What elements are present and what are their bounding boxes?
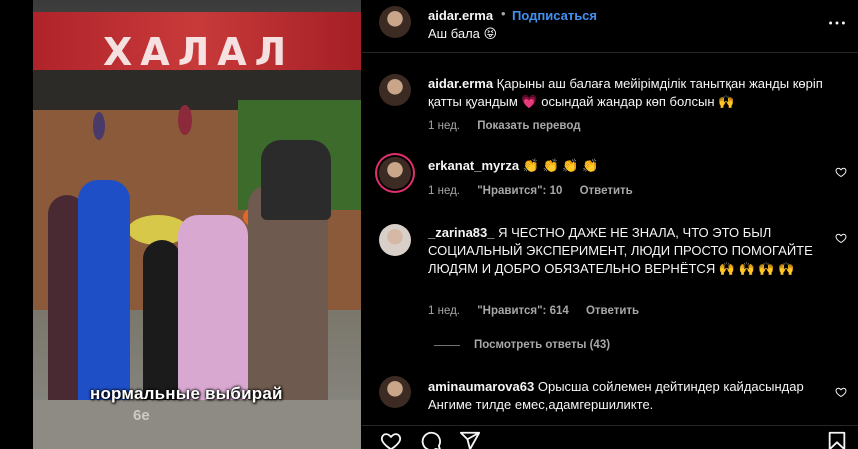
comment-body: aidar.erma Қарыны аш балаға мейірімділік… xyxy=(428,75,828,111)
comment-username[interactable]: aidar.erma xyxy=(428,76,493,91)
comment-avatar[interactable] xyxy=(379,376,411,408)
replies-line xyxy=(434,345,460,346)
comments-panel: aidar.erma • Подписаться Аш бала 😝 aidar… xyxy=(362,0,858,449)
video-subtitle-sub: 6е xyxy=(133,407,150,424)
follow-button[interactable]: Подписаться xyxy=(512,8,597,23)
comment-body: erkanat_myrza 👏 👏 👏 👏 xyxy=(428,157,808,175)
left-black-strip xyxy=(0,0,33,449)
post-caption: Аш бала 😝 xyxy=(428,26,498,41)
view-replies-label: Посмотреть ответы (43) xyxy=(474,339,611,351)
author-username[interactable]: aidar.erma xyxy=(428,8,493,23)
reply-button[interactable]: Ответить xyxy=(586,305,639,317)
comment-time[interactable]: 1 нед. xyxy=(428,185,460,197)
heart-icon[interactable] xyxy=(379,430,403,449)
comment-time[interactable]: 1 нед. xyxy=(428,120,460,132)
more-horizontal-icon[interactable] xyxy=(826,12,848,34)
author-avatar[interactable] xyxy=(379,6,411,38)
comment-body: aminaumarova63 Орысша сойлемен дейтиндер… xyxy=(428,378,818,414)
fruit xyxy=(178,105,192,135)
comment-likes[interactable]: "Нравится": 614 xyxy=(477,305,569,317)
comment-body: _zarina83_ Я ЧЕСТНО ДАЖЕ НЕ ЗНАЛА, ЧТО Э… xyxy=(428,224,818,278)
comment-avatar[interactable] xyxy=(379,74,411,106)
actions-divider xyxy=(362,425,858,426)
heart-icon[interactable] xyxy=(835,166,847,178)
view-replies-button[interactable]: Посмотреть ответы (43) xyxy=(474,339,624,351)
bookmark-icon[interactable] xyxy=(825,430,849,449)
comment-meta: 1 нед. "Нравится": 10 Ответить xyxy=(428,185,647,197)
person-blue-jacket xyxy=(78,180,130,410)
reply-button[interactable]: Ответить xyxy=(580,185,633,197)
send-icon[interactable] xyxy=(458,430,482,449)
heart-icon[interactable] xyxy=(835,232,847,244)
video-player[interactable]: ХАЛАЛ нормальные выбирай 6е xyxy=(33,0,361,449)
dot-separator: • xyxy=(501,6,506,21)
comment-username[interactable]: erkanat_myrza xyxy=(428,158,519,173)
show-translation-link[interactable]: Показать перевод xyxy=(477,120,580,132)
heart-icon[interactable] xyxy=(835,386,847,398)
comment-time[interactable]: 1 нед. xyxy=(428,305,460,317)
person-vendor xyxy=(261,140,331,220)
comment-likes[interactable]: "Нравится": 10 xyxy=(477,185,562,197)
header-divider xyxy=(362,52,858,53)
comment-meta: 1 нед. "Нравится": 614 Ответить xyxy=(428,305,653,317)
comment-icon[interactable] xyxy=(419,430,443,449)
comment-text: 👏 👏 👏 👏 xyxy=(522,158,599,173)
comment-username[interactable]: _zarina83_ xyxy=(428,225,495,240)
comment-avatar[interactable] xyxy=(379,157,411,189)
comment-avatar[interactable] xyxy=(379,224,411,256)
comment-meta: 1 нед. Показать перевод xyxy=(428,120,595,132)
fruit xyxy=(93,112,105,140)
halal-sign-text: ХАЛАЛ xyxy=(103,30,295,74)
street-ground xyxy=(33,400,361,449)
comment-username[interactable]: aminaumarova63 xyxy=(428,379,534,394)
video-subtitle: нормальные выбирай xyxy=(90,384,283,403)
